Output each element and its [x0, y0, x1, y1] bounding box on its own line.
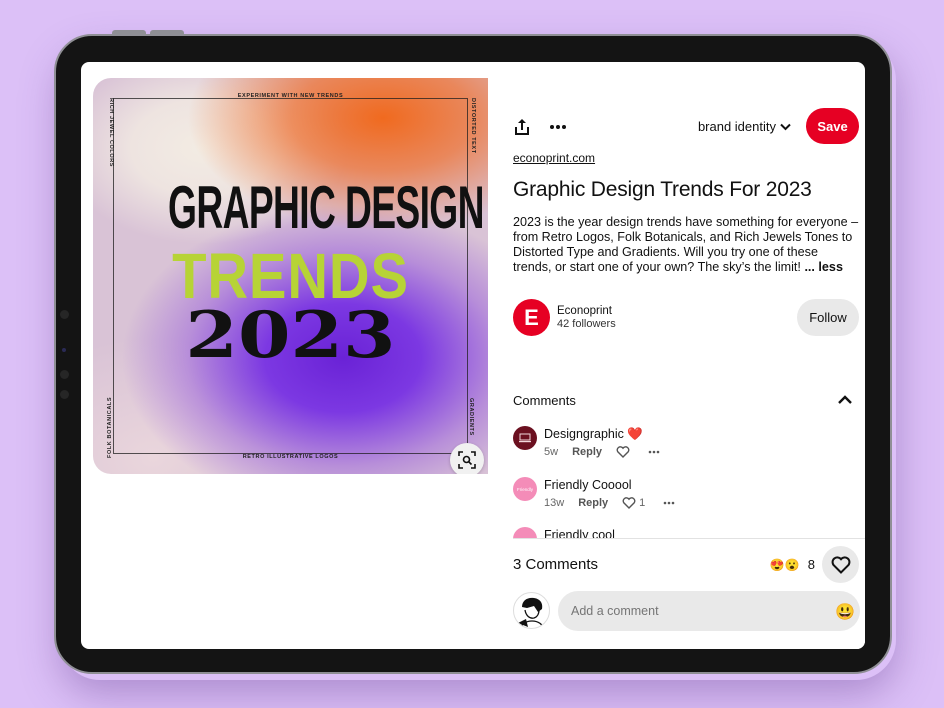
comment-item: Designgraphic ❤️ 5w Reply	[513, 426, 853, 466]
comment-input[interactable]	[558, 591, 860, 631]
chevron-down-icon	[780, 123, 791, 130]
comment-age: 5w	[544, 446, 559, 458]
comment-meta: 13w Reply 1	[544, 497, 675, 509]
heart-icon[interactable]	[616, 446, 630, 458]
artwork-caption-top: EXPERIMENT WITH NEW TRENDS	[237, 93, 344, 99]
device-sensor	[60, 390, 69, 399]
artwork-caption-bottom: RETRO ILLUSTRATIVE LOGOS	[242, 454, 339, 460]
visual-search-icon	[458, 451, 476, 469]
more-options-icon[interactable]	[663, 501, 675, 505]
logo-icon	[519, 433, 531, 443]
artwork-caption-right-bottom: GRADIENTS	[468, 398, 474, 436]
commenter-name[interactable]: Friendly	[544, 478, 588, 492]
comment-count: 3 Comments	[513, 556, 599, 573]
reply-button[interactable]: Reply	[578, 497, 608, 509]
creator-name[interactable]: Econoprint	[557, 305, 612, 317]
comment-age: 13w	[544, 497, 565, 509]
comment-meta: 5w Reply	[544, 446, 660, 458]
more-options-icon[interactable]	[549, 118, 567, 136]
follow-button[interactable]: Follow	[797, 299, 859, 336]
creator-followers: 42 followers	[557, 318, 616, 330]
creator-avatar[interactable]: E	[513, 299, 550, 336]
share-icon[interactable]	[513, 118, 531, 136]
comments-heading: Comments	[513, 393, 576, 408]
visual-search-button[interactable]	[450, 443, 484, 474]
device-sensor	[60, 370, 69, 379]
reply-button[interactable]: Reply	[572, 446, 602, 458]
heart-icon	[831, 555, 850, 574]
board-selector[interactable]: brand identity	[698, 119, 791, 134]
comment-body: Cooool	[591, 478, 632, 492]
comment-item: Friendly Friendly Cooool 13w Reply 1	[513, 477, 853, 517]
current-user-avatar[interactable]	[513, 592, 550, 629]
device-sensor	[60, 310, 69, 319]
more-options-icon[interactable]	[648, 450, 660, 454]
source-link[interactable]: econoprint.com	[513, 151, 595, 165]
comment-text: Friendly Cooool	[544, 478, 632, 492]
reactions-summary[interactable]: 😍😮 8	[770, 557, 815, 572]
artwork-caption-right: DISTORTED TEXT	[470, 98, 476, 154]
commenter-avatar[interactable]	[513, 426, 537, 450]
pin-description: 2023 is the year design trends have some…	[513, 215, 859, 275]
react-button[interactable]	[822, 546, 859, 583]
pin-image[interactable]: EXPERIMENT WITH NEW TRENDS RETRO ILLUSTR…	[93, 78, 488, 474]
heart-icon[interactable]	[622, 497, 636, 509]
save-button[interactable]: Save	[806, 108, 859, 144]
pin-title: Graphic Design Trends For 2023	[513, 178, 812, 201]
pin-details-panel: brand identity Save econoprint.com Graph…	[513, 62, 865, 649]
emoji-picker-button[interactable]: 😃	[835, 602, 855, 622]
commenter-name[interactable]: Designgraphic	[544, 427, 624, 441]
comment-text: Designgraphic ❤️	[544, 427, 643, 442]
chevron-up-icon[interactable]	[837, 392, 853, 406]
artwork-title-line1: GRAPHIC DESIGN	[168, 174, 484, 241]
device-sensor	[62, 348, 66, 352]
commenter-avatar[interactable]: Friendly	[513, 477, 537, 501]
less-toggle[interactable]: ... less	[804, 260, 843, 274]
comment-like-count: 1	[639, 497, 646, 509]
artwork-caption-left-bottom: FOLK BOTANICALS	[107, 396, 113, 458]
board-selector-label: brand identity	[697, 119, 776, 134]
comment-body: ❤️	[627, 427, 643, 441]
artwork-caption-left: RICH JEWEL COLORS	[108, 98, 114, 168]
reaction-emojis: 😍😮	[769, 557, 800, 572]
artwork-title-line3: 2023	[185, 298, 396, 373]
screen: EXPERIMENT WITH NEW TRENDS RETRO ILLUSTR…	[81, 62, 865, 649]
reaction-count: 8	[807, 557, 815, 572]
